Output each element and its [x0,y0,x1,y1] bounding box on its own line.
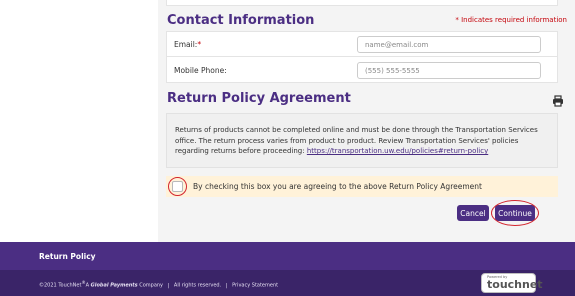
left-column [0,0,158,242]
main-content: Contact Information * Indicates required… [158,0,575,242]
copyright-text: ©2021 TouchNet®A Global Payments Company… [39,280,279,289]
agreement-label[interactable]: By checking this box you are agreeing to… [193,182,482,191]
footer-nav: Return Policy [0,242,575,270]
email-field[interactable] [357,36,541,53]
email-row: Email:* [167,32,557,57]
return-policy-link[interactable]: https://transportation.uw.edu/policies#r… [307,147,488,155]
cancel-button[interactable]: Cancel [457,205,489,221]
previous-section-card [166,0,558,6]
required-marker: * [197,40,202,49]
mobile-phone-label: Mobile Phone: [174,66,227,75]
printer-icon[interactable] [552,95,564,107]
phone-row: Mobile Phone: [167,58,557,83]
contact-information-title: Contact Information [167,13,315,28]
continue-highlight-circle [491,200,539,226]
return-policy-text: Returns of products cannot be completed … [175,126,538,155]
return-policy-title: Return Policy Agreement [167,91,351,106]
mobile-phone-field[interactable] [357,62,541,79]
footer-return-policy-link[interactable]: Return Policy [39,252,96,261]
checkbox-highlight-circle [168,177,187,196]
email-label: Email:* [174,40,202,49]
privacy-statement-link[interactable]: Privacy Statement [232,283,278,289]
footer-bottom: ©2021 TouchNet®A Global Payments Company… [0,270,575,296]
page-content: Contact Information * Indicates required… [0,0,575,242]
touchnet-logo: Powered by touchnet [481,273,543,293]
agreement-row: By checking this box you are agreeing to… [166,176,558,197]
required-note: * Indicates required information [455,16,567,24]
contact-form: Email:* Mobile Phone: [166,31,558,83]
return-policy-box: Returns of products cannot be completed … [166,113,558,168]
